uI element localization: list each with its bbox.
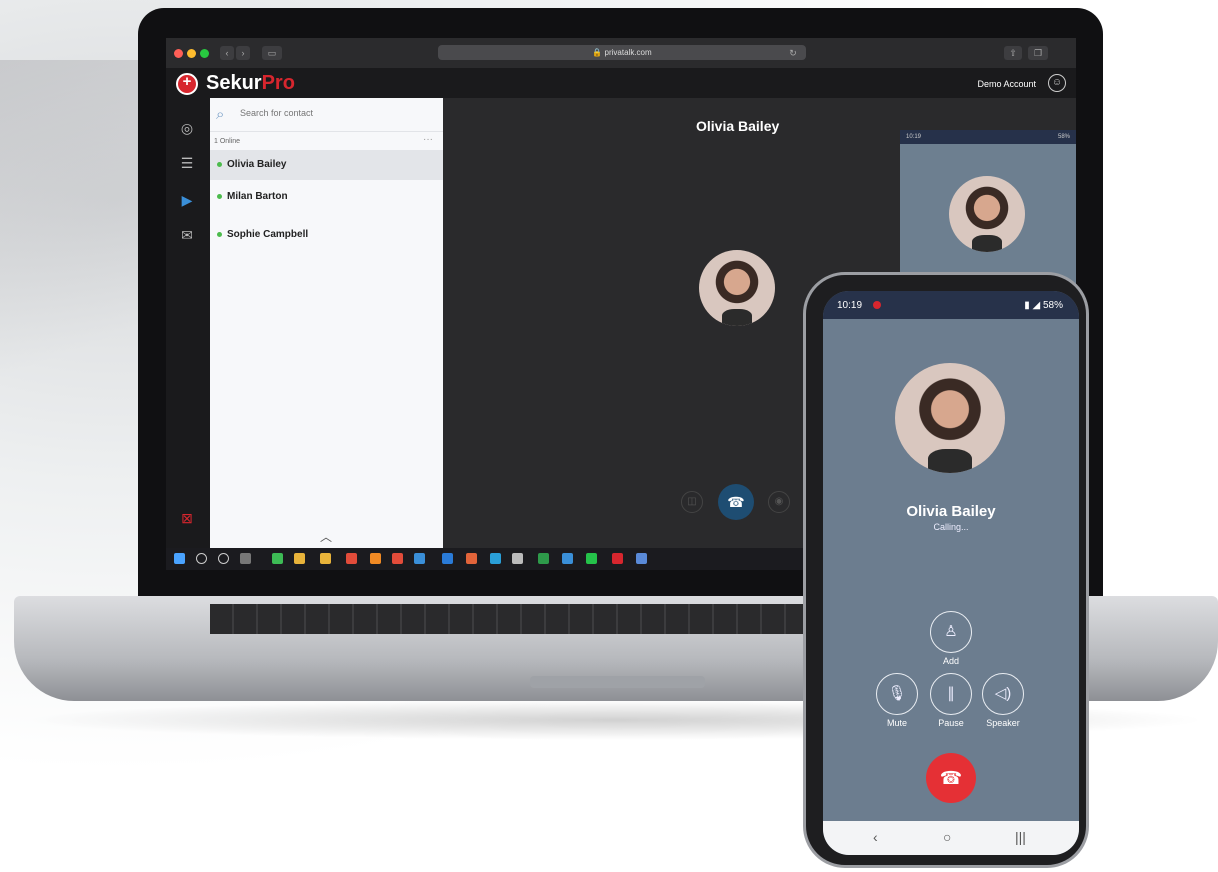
app-icon[interactable] bbox=[320, 553, 331, 564]
end-call-button[interactable]: ☎ bbox=[926, 753, 976, 803]
brand-logo: SekurPro bbox=[206, 72, 295, 95]
online-count: 1 Online bbox=[214, 138, 241, 145]
recents-nav-icon[interactable]: ||| bbox=[1015, 829, 1026, 845]
preview-status-bar: 10:19 58% bbox=[900, 130, 1076, 144]
contact-name: Olivia Bailey bbox=[227, 159, 287, 170]
mute-button[interactable]: 🎙 bbox=[876, 673, 918, 715]
search-bar: ⌕ bbox=[210, 98, 443, 132]
settings-icon[interactable] bbox=[512, 553, 523, 564]
online-status-icon bbox=[217, 194, 222, 199]
app-icon[interactable] bbox=[414, 553, 425, 564]
mute-label: Mute bbox=[886, 718, 907, 728]
promo-stage: ‹ › ▭ 🔒 privatalk.com ↻ ⇧ ❐ SekurPro Dem… bbox=[0, 0, 1218, 872]
add-label: Add bbox=[942, 656, 959, 666]
app-icon[interactable] bbox=[636, 553, 647, 564]
android-nav-bar: ‹ ○ ||| bbox=[823, 821, 1079, 855]
call-status: Calling... bbox=[933, 522, 969, 532]
mic-icon[interactable]: ◉ bbox=[768, 491, 790, 513]
contacts-icon[interactable]: ◎ bbox=[176, 118, 198, 138]
cortana-icon[interactable] bbox=[218, 553, 229, 564]
windows-start-icon[interactable] bbox=[174, 553, 185, 564]
url-field[interactable]: 🔒 privatalk.com bbox=[438, 45, 806, 60]
contact-name: Milan Barton bbox=[227, 191, 288, 202]
chat-icon[interactable]: ☰ bbox=[176, 153, 198, 173]
app-icon[interactable] bbox=[346, 553, 357, 564]
maximize-window-button[interactable] bbox=[200, 49, 209, 58]
online-status-icon bbox=[217, 232, 222, 237]
laptop-notch bbox=[530, 676, 705, 688]
explorer-icon[interactable] bbox=[294, 553, 305, 564]
pause-label: Pause bbox=[938, 718, 964, 728]
sidebar-rail: ◎ ☰ ▶ ✉ ⊠ bbox=[166, 98, 210, 548]
browser-toolbar: ‹ › ▭ 🔒 privatalk.com ↻ ⇧ ❐ bbox=[166, 38, 1076, 68]
account-label[interactable]: Demo Account bbox=[977, 79, 1036, 89]
search-icon[interactable] bbox=[196, 553, 207, 564]
back-nav-icon[interactable]: ‹ bbox=[873, 829, 878, 845]
video-icon[interactable]: ▶ bbox=[176, 190, 198, 210]
phone-screen: 10:19 ▮ ◢ 58% Olivia Bailey Calling... ♙… bbox=[823, 291, 1079, 855]
phone-status-bar: 10:19 ▮ ◢ 58% bbox=[823, 291, 1079, 319]
account-icon[interactable]: ☺ bbox=[1048, 74, 1066, 92]
brand-accent: Pro bbox=[261, 72, 295, 94]
record-indicator-icon bbox=[873, 301, 881, 309]
contact-name: Sophie Campbell bbox=[227, 229, 309, 240]
whatsapp-icon[interactable] bbox=[586, 553, 597, 564]
app-header: SekurPro Demo Account ☺ bbox=[166, 68, 1076, 98]
url-text: privatalk.com bbox=[604, 48, 652, 57]
preview-avatar bbox=[949, 176, 1025, 252]
preview-battery: 58% bbox=[1057, 134, 1070, 140]
call-contact-name: Olivia Bailey bbox=[696, 118, 780, 134]
firefox-icon[interactable] bbox=[370, 553, 381, 564]
preview-time: 10:19 bbox=[906, 134, 922, 140]
forward-icon[interactable]: › bbox=[236, 46, 250, 60]
chrome-icon[interactable] bbox=[392, 553, 403, 564]
contact-list-panel: ⌕ 1 Online ··· Olivia Bailey Milan Barto… bbox=[210, 98, 443, 548]
remote-video-preview: 10:19 58% bbox=[900, 130, 1076, 290]
sidebar-toggle-icon[interactable]: ▭ bbox=[262, 46, 282, 60]
contact-item-sophie-campbell[interactable]: Sophie Campbell bbox=[210, 220, 443, 250]
end-call-button[interactable]: ☎ bbox=[718, 484, 754, 520]
edge-icon[interactable] bbox=[490, 553, 501, 564]
app-icon[interactable] bbox=[612, 553, 623, 564]
phone-battery: ▮ ◢ 58% bbox=[1024, 300, 1063, 311]
contact-item-milan-barton[interactable]: Milan Barton bbox=[210, 182, 443, 212]
reload-icon[interactable]: ↻ bbox=[786, 46, 800, 60]
share-icon[interactable]: ⇧ bbox=[1004, 46, 1022, 60]
phone-contact-avatar bbox=[895, 363, 1005, 473]
online-status-icon bbox=[217, 162, 222, 167]
chevron-up-icon[interactable]: ︿ bbox=[320, 528, 332, 545]
pause-button[interactable]: ∥ bbox=[930, 673, 972, 715]
phone-contact-name: Olivia Bailey bbox=[906, 503, 996, 520]
outlook-icon[interactable] bbox=[442, 553, 453, 564]
battery-level: 58% bbox=[1042, 300, 1063, 311]
contact-avatar bbox=[699, 250, 775, 326]
camera-icon[interactable]: ◫ bbox=[681, 491, 703, 513]
logout-icon[interactable]: ⊠ bbox=[176, 508, 198, 528]
mail-icon[interactable]: ✉ bbox=[176, 225, 198, 245]
tabs-icon[interactable]: ❐ bbox=[1028, 46, 1048, 60]
home-nav-icon[interactable]: ○ bbox=[943, 829, 951, 845]
speaker-label: Speaker bbox=[986, 718, 1020, 728]
sekur-logo-icon bbox=[176, 73, 198, 95]
contact-item-olivia-bailey[interactable]: Olivia Bailey bbox=[210, 150, 443, 180]
minimize-window-button[interactable] bbox=[187, 49, 196, 58]
app-icon[interactable] bbox=[562, 553, 573, 564]
excel-icon[interactable] bbox=[538, 553, 549, 564]
task-view-icon[interactable] bbox=[240, 553, 251, 564]
back-icon[interactable]: ‹ bbox=[220, 46, 234, 60]
add-call-button[interactable]: ♙ bbox=[930, 611, 972, 653]
close-window-button[interactable] bbox=[174, 49, 183, 58]
speaker-button[interactable]: ◁) bbox=[982, 673, 1024, 715]
app-icon[interactable] bbox=[466, 553, 477, 564]
more-options-icon[interactable]: ··· bbox=[423, 134, 433, 145]
search-input[interactable] bbox=[240, 108, 430, 118]
spotify-icon[interactable] bbox=[272, 553, 283, 564]
phone-time: 10:19 bbox=[837, 300, 863, 311]
brand-main: Sekur bbox=[206, 72, 262, 94]
phone-device: 10:19 ▮ ◢ 58% Olivia Bailey Calling... ♙… bbox=[803, 272, 1089, 868]
search-icon: ⌕ bbox=[216, 106, 225, 123]
